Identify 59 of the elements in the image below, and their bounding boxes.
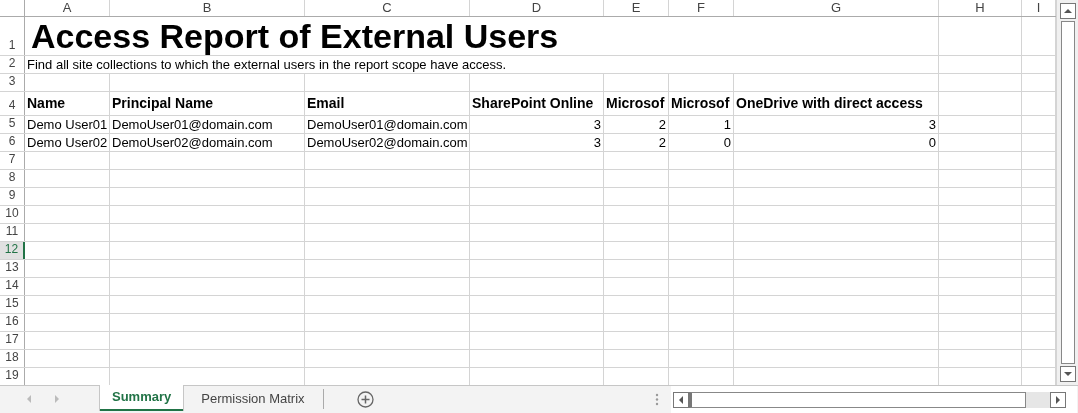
table-cell: 1 [723, 116, 731, 133]
column-header: B [110, 0, 305, 16]
column-heading: OneDrive with direct access [736, 94, 923, 113]
row-header: 17 [0, 332, 25, 349]
row-header: 10 [0, 206, 25, 223]
table-cell: Demo User02 [27, 134, 108, 151]
scrollbar-thumb[interactable] [1060, 21, 1075, 364]
row-header: 6 [0, 134, 25, 151]
column-heading: Name [27, 94, 66, 113]
scroll-left-icon[interactable] [672, 391, 689, 408]
column-header: D [470, 0, 604, 16]
table-cell: 3 [928, 116, 936, 133]
row-header: 11 [0, 224, 25, 241]
add-sheet-icon[interactable] [356, 391, 374, 408]
table-cell: DemoUser01@domain.com [307, 116, 468, 133]
row-header: 13 [0, 260, 25, 277]
vertical-scrollbar[interactable] [1056, 0, 1078, 385]
row-header: 9 [0, 188, 25, 205]
row-header: 14 [0, 278, 25, 295]
scroll-right-icon[interactable] [1049, 391, 1066, 408]
table-cell: Demo User01 [27, 116, 108, 133]
column-heading: SharePoint Online [472, 94, 594, 113]
row-header: 3 [0, 74, 25, 91]
column-heading: Microsof [671, 94, 730, 113]
table-cell: 2 [658, 116, 666, 133]
row-header: 15 [0, 296, 25, 313]
sheet-tab[interactable]: Permission Matrix [183, 386, 323, 412]
report-description: Find all site collections to which the external users in the report scope have access. [27, 56, 507, 73]
row-header: 18 [0, 350, 25, 367]
table-cell: DemoUser02@domain.com [307, 134, 468, 151]
table-cell: 3 [593, 134, 601, 151]
column-heading: Email [307, 94, 345, 113]
row-header: 2 [0, 56, 25, 73]
table-cell: 0 [723, 134, 731, 151]
table-cell: DemoUser01@domain.com [112, 116, 273, 133]
column-header: C [305, 0, 470, 16]
more-options-icon[interactable] [654, 393, 659, 406]
scroll-up-icon[interactable] [1059, 3, 1076, 19]
row-header: 4 [0, 92, 25, 115]
table-cell: DemoUser02@domain.com [112, 134, 273, 151]
row-header: 8 [0, 170, 25, 187]
row-header: 5 [0, 116, 25, 133]
column-heading: Principal Name [112, 94, 214, 113]
row-header: 7 [0, 152, 25, 169]
column-heading: Microsof [606, 94, 665, 113]
table-cell: 2 [658, 134, 666, 151]
column-header: G [734, 0, 939, 16]
row-header: 12 [0, 242, 25, 259]
scroll-down-icon[interactable] [1059, 366, 1076, 382]
sheet-tab[interactable]: Summary [100, 385, 184, 411]
column-header: H [939, 0, 1022, 16]
row-header: 1 [0, 17, 25, 55]
row-header: 16 [0, 314, 25, 331]
table-cell: 3 [593, 116, 601, 133]
report-title: Access Report of External Users [31, 17, 559, 55]
table-cell: 0 [928, 134, 936, 151]
column-header: F [669, 0, 734, 16]
column-header: A [25, 0, 110, 16]
column-header: E [604, 0, 669, 16]
